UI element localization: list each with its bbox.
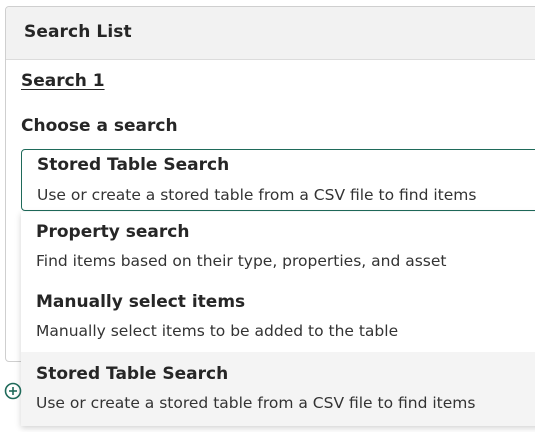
selected-option-description: Use or create a stored table from a CSV … <box>37 186 477 204</box>
search-1-link[interactable]: Search 1 <box>21 71 105 91</box>
option-title: Stored Table Search <box>36 364 229 384</box>
search-type-dropdown: Property search Find items based on thei… <box>21 212 535 426</box>
choose-search-label: Choose a search <box>21 116 178 136</box>
option-stored-table-search[interactable]: Stored Table Search Use or create a stor… <box>21 352 535 426</box>
option-title: Property search <box>36 222 190 242</box>
option-description: Find items based on their type, properti… <box>36 252 447 270</box>
panel-title: Search List <box>24 22 132 42</box>
search-type-select[interactable]: Stored Table Search Use or create a stor… <box>21 149 535 211</box>
search-list-screen: Search List Search 1 Choose a search Sto… <box>0 0 535 432</box>
add-circle-icon[interactable] <box>4 382 22 400</box>
option-description: Use or create a stored table from a CSV … <box>36 394 476 412</box>
selected-option-title: Stored Table Search <box>37 155 230 175</box>
option-description: Manually select items to be added to the… <box>36 322 399 340</box>
option-manually-select-items[interactable]: Manually select items Manually select it… <box>21 282 535 352</box>
option-title: Manually select items <box>36 292 246 312</box>
panel-header: Search List <box>6 7 535 60</box>
option-property-search[interactable]: Property search Find items based on thei… <box>21 212 535 282</box>
